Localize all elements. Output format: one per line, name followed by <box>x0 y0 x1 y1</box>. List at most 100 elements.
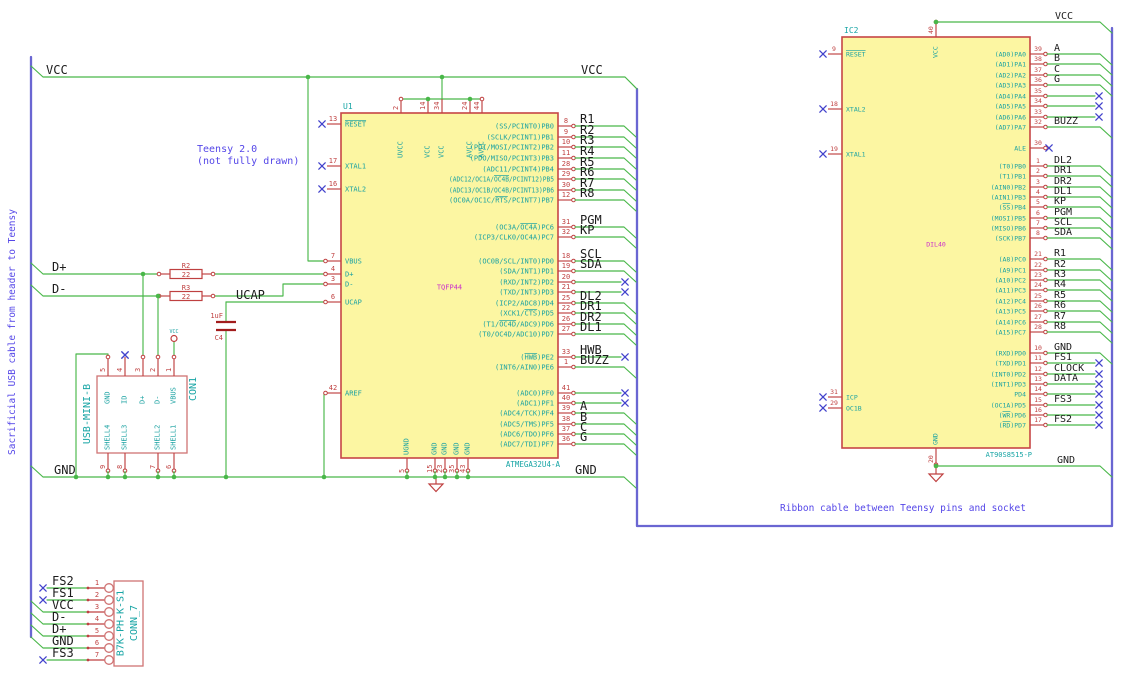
pin-name: (AD1)PA1 <box>995 60 1026 68</box>
pin-number: 25 <box>562 294 570 302</box>
net-label[interactable]: DL1 <box>580 320 602 334</box>
net-label[interactable]: R8 <box>1054 321 1066 332</box>
net-label[interactable]: R1 <box>1054 248 1066 259</box>
pin-name: (ADC1)PF1 <box>516 399 554 407</box>
wire[interactable] <box>30 284 160 297</box>
pin-name: (INT6/AIN0)PE6 <box>495 363 554 371</box>
pin-name: (AD7)PA7 <box>995 123 1026 131</box>
pin-number: 16 <box>329 180 337 188</box>
no-connect-icon <box>1095 390 1103 398</box>
no-connect-icon <box>621 353 629 361</box>
net-wire[interactable] <box>574 443 637 456</box>
r3-value[interactable]: 22 <box>182 293 190 301</box>
no-connect-icon <box>1095 370 1103 378</box>
no-connect-icon <box>318 120 326 128</box>
no-connect-icon <box>1095 411 1103 419</box>
pin-number: 7 <box>149 465 157 469</box>
pin-number: 32 <box>1034 118 1042 126</box>
net-wire[interactable] <box>574 366 637 379</box>
net-wire[interactable] <box>1046 84 1113 97</box>
net-wire[interactable] <box>1046 126 1113 139</box>
schematic-drawing[interactable]: U1 TQFP44 ATMEGA32U4-A 8 (SS/PCINT0)PB0 R1 9 (S… <box>0 0 1131 690</box>
pin-number: 11 <box>562 149 570 157</box>
net-label[interactable]: KP <box>580 223 594 237</box>
pin-number: 8 <box>1036 229 1040 237</box>
net-label[interactable]: FS3 <box>52 646 74 660</box>
net-label[interactable]: D+ <box>52 260 66 274</box>
ic2-part-number[interactable]: AT90S8515-P <box>986 451 1032 459</box>
net-label[interactable]: UCAP <box>236 288 265 302</box>
r2-ref[interactable]: R2 <box>182 262 190 270</box>
net-label[interactable]: VCC <box>46 63 68 77</box>
pin-number: 41 <box>562 384 570 392</box>
c4-ref[interactable]: C4 <box>215 334 223 342</box>
pin-name: (ICP3/CLK0/OC4A)PC7 <box>474 233 554 241</box>
net-label[interactable]: KP <box>1054 196 1066 207</box>
net-label[interactable]: SDA <box>580 257 602 271</box>
pin-number: 37 <box>1034 66 1042 74</box>
net-label[interactable]: BUZZ <box>1054 116 1078 127</box>
junction-dot <box>465 474 471 480</box>
conn7-value[interactable]: B7K-PH-K-S1 <box>116 590 127 656</box>
net-label[interactable]: DR1 <box>1054 165 1072 176</box>
con1-ref[interactable]: CON1 <box>188 377 199 401</box>
net-label[interactable]: BUZZ <box>580 353 609 367</box>
net-label[interactable]: GND <box>1057 455 1075 466</box>
pin-end <box>104 607 114 617</box>
pin-name: PD4 <box>1014 390 1026 398</box>
wire[interactable] <box>212 283 326 297</box>
teensy-note-line2[interactable]: (not fully drawn) <box>197 156 299 167</box>
teensy-note-line1[interactable]: Teensy 2.0 <box>197 144 257 155</box>
net-label[interactable]: R6 <box>1054 300 1066 311</box>
pin-number: 28 <box>1034 323 1042 331</box>
net-label[interactable]: R8 <box>580 186 594 200</box>
ic2-value[interactable]: DIL40 <box>926 241 946 249</box>
wire[interactable] <box>307 76 326 262</box>
pin-end <box>105 354 111 360</box>
pin-name: XTAL1 <box>846 150 866 158</box>
ic2-ref[interactable]: IC2 <box>844 26 859 35</box>
net-label[interactable]: FS2 <box>1054 414 1072 425</box>
wire[interactable] <box>935 21 1113 34</box>
net-wire[interactable] <box>574 199 637 212</box>
wire[interactable] <box>30 65 638 90</box>
net-label[interactable]: GND <box>575 463 597 477</box>
net-label[interactable]: D- <box>52 282 66 296</box>
pin-number: 2 <box>392 106 400 110</box>
u1-ref[interactable]: U1 <box>343 102 353 111</box>
pin-number: 27 <box>1034 313 1042 321</box>
gnd-power-icon <box>427 483 445 493</box>
net-label[interactable]: FS1 <box>1054 352 1072 363</box>
usb-cable-note[interactable]: Sacrificial USB cable from header to Tee… <box>7 206 18 458</box>
schematic-canvas[interactable]: U1 TQFP44 ATMEGA32U4-A 8 (SS/PCINT0)PB0 R1 9 (S… <box>0 0 1131 690</box>
net-label[interactable]: VCC <box>1055 11 1073 22</box>
wire[interactable] <box>323 392 326 478</box>
net-label[interactable]: VCC <box>581 63 603 77</box>
junction-dot <box>321 474 327 480</box>
net-label[interactable]: FS3 <box>1054 394 1072 405</box>
net-label[interactable]: G <box>580 430 587 444</box>
pin-number: 40 <box>927 26 935 34</box>
ribbon-cable-note[interactable]: Ribbon cable between Teensy pins and soc… <box>780 503 1026 514</box>
conn7-ref[interactable]: CONN_7 <box>129 605 140 641</box>
net-label[interactable]: GND <box>54 463 76 477</box>
pin-name: (ADC11/PCINT4)PB4 <box>482 165 554 173</box>
wire[interactable] <box>30 262 160 275</box>
net-label[interactable]: B <box>1054 53 1060 64</box>
wire[interactable] <box>935 463 1113 478</box>
r3-ref[interactable]: R3 <box>182 284 190 292</box>
net-label[interactable]: G <box>1054 74 1060 85</box>
u1-value[interactable]: TQFP44 <box>437 284 462 292</box>
net-label[interactable]: SDA <box>1054 227 1072 238</box>
r2-value[interactable]: 22 <box>182 271 190 279</box>
pin-name: (A12)PC4 <box>995 297 1026 305</box>
pin-number: 23 <box>1034 271 1042 279</box>
net-label[interactable]: DATA <box>1054 373 1078 384</box>
c4-value[interactable]: 1uF <box>210 312 223 320</box>
net-label[interactable]: R4 <box>1054 279 1066 290</box>
pin-name: (T0/OC4D/ADC10)PD7 <box>478 330 554 338</box>
con1-value[interactable]: USB-MINI-B <box>82 384 93 444</box>
pin-number: 21 <box>562 283 570 291</box>
junction-dot <box>442 474 448 480</box>
u1-part-number[interactable]: ATMEGA32U4-A <box>506 460 561 469</box>
